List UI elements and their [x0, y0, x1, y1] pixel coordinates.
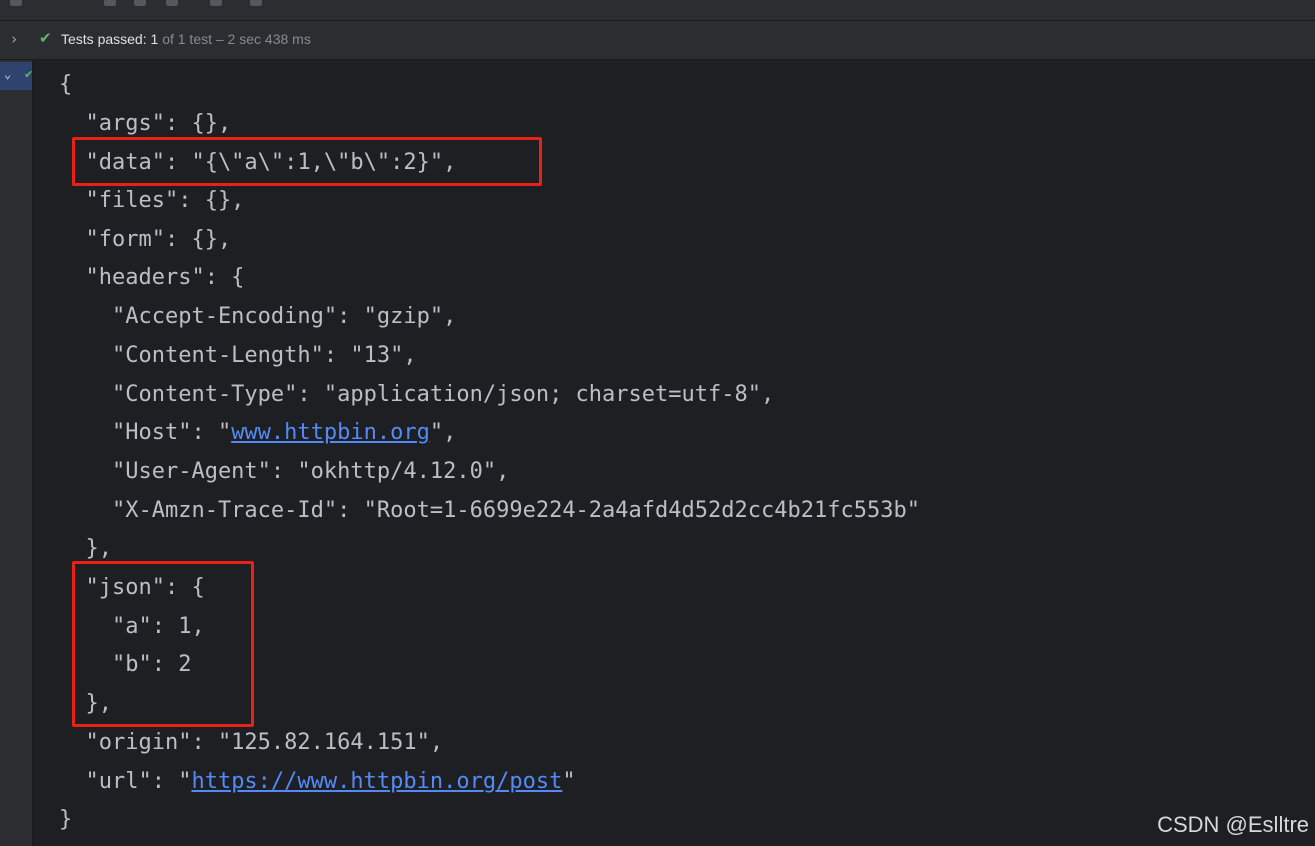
output-line: {: [59, 72, 73, 97]
chevron-right-icon[interactable]: ›: [6, 31, 22, 47]
host-link[interactable]: www.httpbin.org: [231, 420, 430, 445]
output-line: "origin": "125.82.164.151",: [59, 730, 444, 755]
url-prefix: "url": ": [59, 769, 192, 794]
output-line: "Content-Length": "13",: [59, 343, 417, 368]
watermark: CSDN @Eslltre: [1157, 812, 1309, 837]
output-line: "X-Amzn-Trace-Id": "Root=1-6699e224-2a4a…: [59, 498, 920, 523]
check-icon: ✔: [24, 68, 34, 81]
toolbar-icon[interactable]: [166, 0, 178, 6]
host-prefix: "Host": ": [59, 420, 232, 445]
chevron-down-icon[interactable]: ⌄: [4, 67, 11, 81]
toolbar-icon[interactable]: [250, 0, 262, 6]
toolbar-icon[interactable]: [104, 0, 116, 6]
output-line: "headers": {: [59, 265, 245, 290]
host-suffix: ",: [429, 420, 457, 445]
tests-detail: of 1 test – 2 sec 438 ms: [162, 31, 311, 47]
output-line-url: "url": "https://www.httpbin.org/post": [59, 767, 576, 797]
url-suffix: ": [562, 769, 576, 794]
check-icon: ✔: [39, 29, 52, 47]
highlight-box-data: [72, 137, 542, 186]
url-link[interactable]: https://www.httpbin.org/post: [191, 769, 562, 794]
output-line: "Content-Type": "application/json; chars…: [59, 382, 775, 407]
toolbar-icon[interactable]: [10, 0, 22, 6]
output-line: "form": {},: [59, 227, 232, 252]
output-line: }: [59, 807, 73, 832]
output-line-host: "Host": "www.httpbin.org",: [59, 418, 456, 448]
test-status-bar: › ✔ Tests passed: 1 of 1 test – 2 sec 43…: [0, 21, 1315, 60]
console-output[interactable]: { "args": {}, "data": "{\"a\":1,\"b\":2}…: [33, 60, 1315, 846]
output-line: "User-Agent": "okhttp/4.12.0",: [59, 459, 510, 484]
toolbar-icon[interactable]: [134, 0, 146, 6]
tests-passed-label: Tests passed:: [61, 31, 147, 47]
test-tree-gutter: ⌄ ✔: [0, 60, 33, 846]
highlight-box-json: [72, 561, 254, 727]
test-tree-node[interactable]: ⌄ ✔: [0, 62, 34, 90]
output-line: },: [59, 536, 112, 561]
toolbar-icon[interactable]: [210, 0, 222, 6]
output-line: "files": {},: [59, 188, 245, 213]
tests-passed-count: 1: [150, 31, 159, 47]
toolbar-strip: [0, 0, 1315, 21]
test-status-text: Tests passed: 1 of 1 test – 2 sec 438 ms: [61, 31, 311, 47]
output-line: "Accept-Encoding": "gzip",: [59, 304, 457, 329]
output-line: "args": {},: [59, 111, 232, 136]
